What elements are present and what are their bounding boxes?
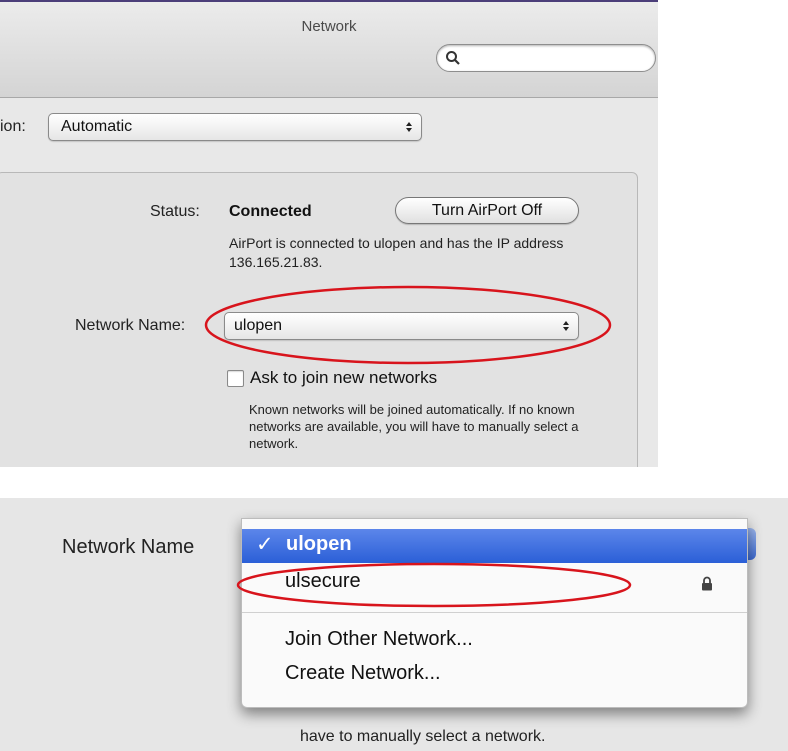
status-label: Status: xyxy=(150,203,200,220)
ask-to-join-checkbox[interactable] xyxy=(227,370,244,387)
search-input[interactable] xyxy=(436,44,656,72)
network-name-value: ulopen xyxy=(234,317,283,334)
network-name-popup[interactable]: ulopen xyxy=(224,312,579,340)
menu-item-label: Join Other Network... xyxy=(285,628,473,650)
background-description-text: have to manually select a network. xyxy=(300,728,546,745)
window-title: Network xyxy=(301,18,357,35)
network-menu: ✓ ulopen ulsecure Join Other Network... … xyxy=(241,518,748,708)
status-description: AirPort is connected to ulopen and has t… xyxy=(229,235,564,270)
location-popup[interactable]: Automatic xyxy=(48,113,422,141)
toolbar: Network xyxy=(0,0,658,98)
checkmark-icon: ✓ xyxy=(256,533,274,556)
network-name-label: Network Name: xyxy=(75,317,186,334)
location-label: ion: xyxy=(0,118,26,135)
search-icon xyxy=(446,51,460,65)
menu-separator xyxy=(242,612,747,613)
window-top-edge xyxy=(0,0,658,2)
menu-item-label: ulsecure xyxy=(285,570,361,592)
network-dropdown-panel: Network Name have to manually select a n… xyxy=(0,498,788,751)
network-name-label: Network Name xyxy=(62,536,195,558)
menu-item-create-network[interactable]: Create Network... xyxy=(242,659,747,693)
ask-to-join-description: Known networks will be joined automatica… xyxy=(249,402,579,451)
menu-item-label: Create Network... xyxy=(285,662,441,684)
status-value: Connected xyxy=(229,203,312,220)
location-value: Automatic xyxy=(61,118,133,135)
network-preferences-panel: Network ion: Automatic Status: Connected… xyxy=(0,0,658,467)
turn-airport-off-button[interactable]: Turn AirPort Off xyxy=(395,197,579,224)
ask-to-join-label[interactable]: Ask to join new networks xyxy=(250,368,437,388)
menu-item-label: ulopen xyxy=(286,533,352,555)
lock-icon xyxy=(702,576,712,591)
menu-item-join-other-network[interactable]: Join Other Network... xyxy=(242,625,747,659)
menu-item-ulopen[interactable]: ✓ ulopen xyxy=(242,529,747,563)
updown-arrows-icon xyxy=(406,122,412,132)
updown-arrows-icon xyxy=(563,321,569,331)
menu-item-ulsecure[interactable]: ulsecure xyxy=(242,565,747,599)
